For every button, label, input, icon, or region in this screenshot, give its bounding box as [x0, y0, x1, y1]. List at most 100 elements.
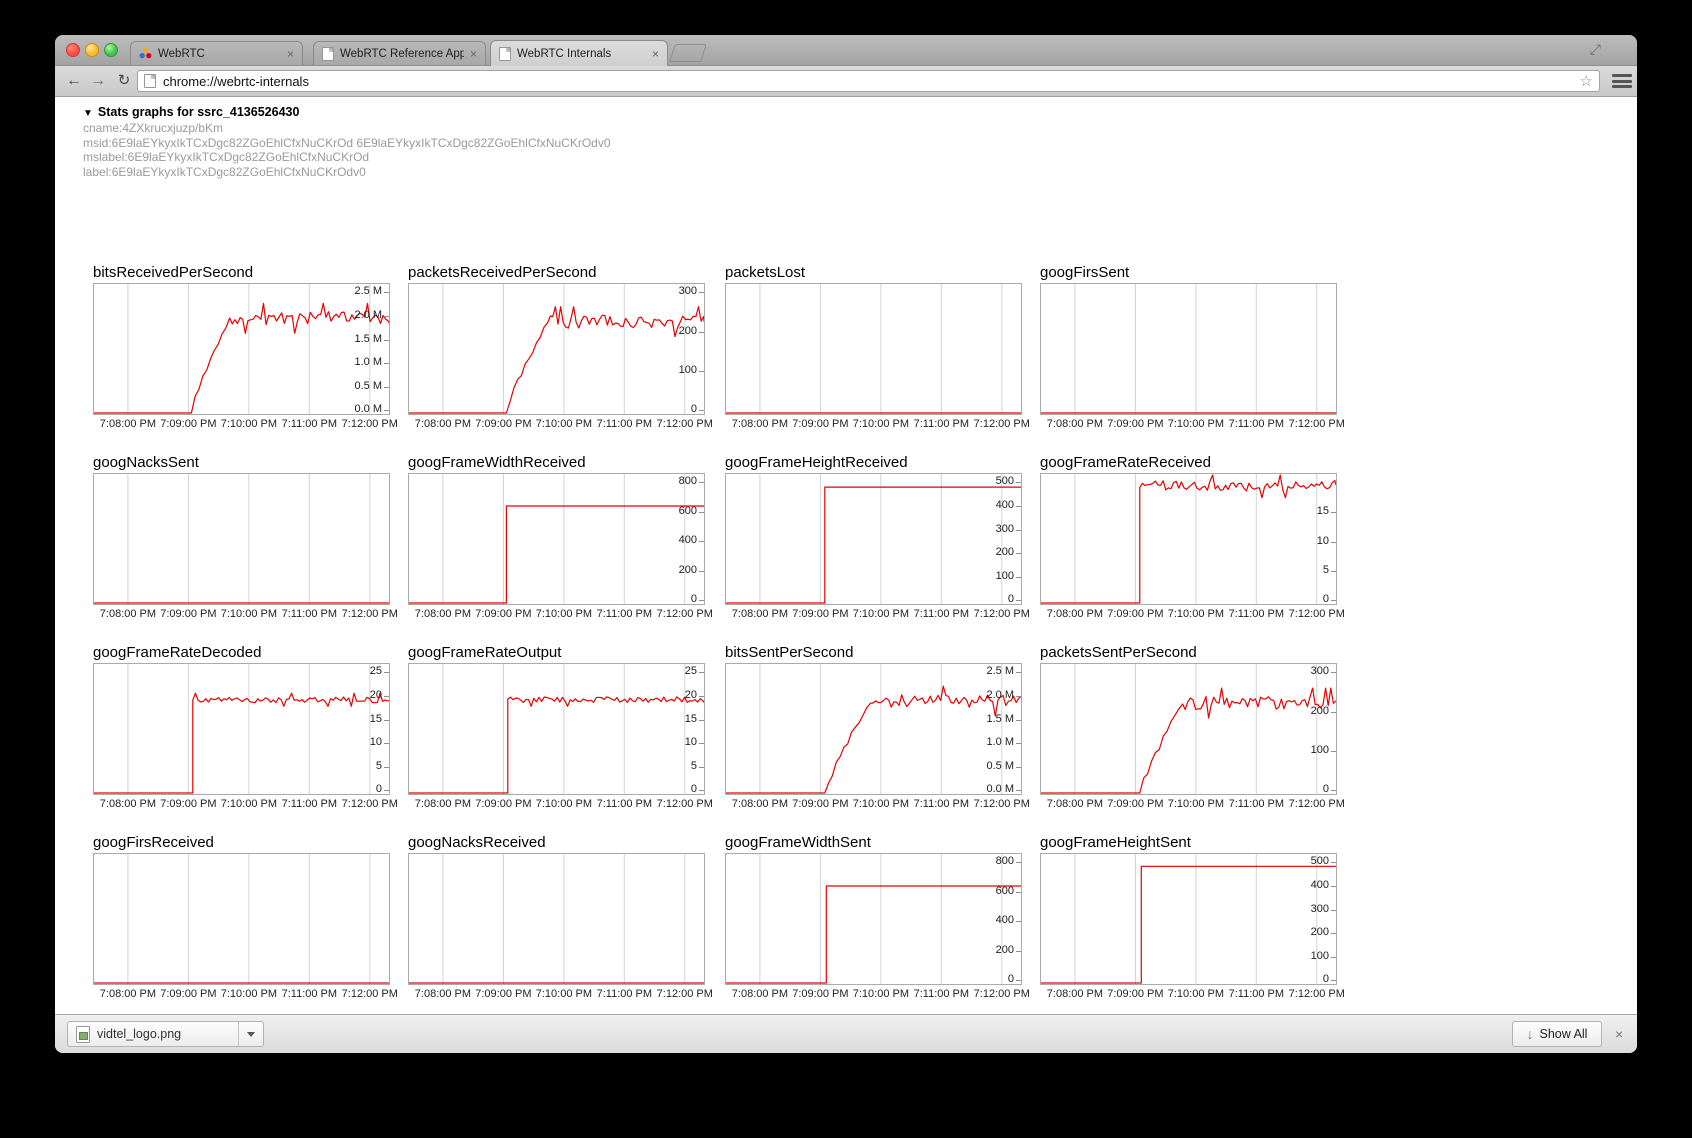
chart-title: googFrameWidthReceived	[408, 455, 705, 473]
y-axis-tick-mark	[384, 387, 389, 388]
chart-title: googFrameRateReceived	[1040, 455, 1337, 473]
y-axis-tick-mark	[699, 512, 704, 513]
downloaded-file-button[interactable]: vidtel_logo.png	[67, 1021, 264, 1047]
y-axis-tick-label: 400	[996, 499, 1014, 511]
mac-minimize-button[interactable]	[85, 43, 99, 57]
back-button[interactable]: ←	[63, 69, 85, 93]
y-axis-tick-mark	[699, 332, 704, 333]
chart-series-line	[1041, 688, 1336, 793]
y-axis-tick-label: 2.5 M	[354, 285, 382, 297]
tab-close-icon[interactable]: ×	[287, 49, 294, 59]
address-bar[interactable]: chrome://webrtc-internals ☆	[137, 70, 1600, 92]
y-axis-tick-label: 0	[1323, 973, 1329, 985]
tab-webrtc-internals[interactable]: WebRTC Internals ×	[490, 40, 668, 66]
x-axis-tick-label: 7:09:00 PM	[160, 608, 216, 620]
y-axis-tick-mark	[1331, 571, 1336, 572]
y-axis-tick-label: 200	[996, 944, 1014, 956]
x-axis-tick-label: 7:11:00 PM	[282, 988, 337, 1000]
y-axis-tick-mark	[384, 410, 389, 411]
bookmark-star-icon[interactable]: ☆	[1580, 72, 1593, 90]
tab-label: WebRTC Internals	[517, 48, 646, 60]
url-text: chrome://webrtc-internals	[163, 74, 1574, 89]
x-axis-tick-label: 7:08:00 PM	[415, 798, 471, 810]
chart-googNacksReceived: googNacksReceived7:08:00 PM7:09:00 PM7:1…	[408, 835, 705, 853]
chart-title: googFrameRateDecoded	[93, 645, 390, 663]
x-axis-tick-label: 7:08:00 PM	[732, 418, 788, 430]
y-axis-tick-label: 2.0 M	[986, 689, 1014, 701]
x-axis-tick-label: 7:10:00 PM	[536, 798, 592, 810]
y-axis-tick-label: 400	[996, 914, 1014, 926]
y-axis-tick-mark	[1016, 892, 1021, 893]
x-axis-tick-label: 7:10:00 PM	[853, 608, 909, 620]
chart-title: googNacksSent	[93, 455, 390, 473]
webrtc-logo-icon	[139, 47, 152, 60]
x-axis-tick-label: 7:10:00 PM	[221, 608, 277, 620]
y-axis-tick-label: 20	[685, 689, 697, 701]
x-axis-tick-label: 7:09:00 PM	[1107, 418, 1163, 430]
reload-button[interactable]: ↻	[113, 69, 135, 93]
show-all-downloads-button[interactable]: ↓ Show All	[1512, 1021, 1602, 1047]
forward-button[interactable]: →	[87, 69, 109, 93]
y-axis-tick-label: 600	[996, 885, 1014, 897]
chart-plot-area: 2.5 M2.0 M1.5 M1.0 M0.5 M0.0 M	[725, 663, 1022, 795]
x-axis-tick-label: 7:12:00 PM	[657, 798, 713, 810]
x-axis-tick-label: 7:12:00 PM	[657, 988, 713, 1000]
y-axis-tick-label: 15	[1317, 505, 1329, 517]
new-tab-button[interactable]	[669, 44, 707, 62]
y-axis-tick-label: 200	[996, 546, 1014, 558]
x-axis-tick-label: 7:11:00 PM	[1229, 798, 1284, 810]
chart-googFrameWidthReceived: googFrameWidthReceived80060040020007:08:…	[408, 455, 705, 473]
tab-close-icon[interactable]: ×	[470, 49, 477, 59]
chart-googFrameWidthSent: googFrameWidthSent80060040020007:08:00 P…	[725, 835, 1022, 853]
chevron-down-icon	[247, 1032, 255, 1037]
x-axis-tick-label: 7:10:00 PM	[536, 418, 592, 430]
x-axis-tick-label: 7:10:00 PM	[1168, 418, 1224, 430]
x-axis-tick-label: 7:09:00 PM	[1107, 608, 1163, 620]
x-axis-tick-label: 7:10:00 PM	[1168, 798, 1224, 810]
downloads-bar-close-icon[interactable]: ×	[1615, 1027, 1623, 1041]
chart-series-line	[409, 506, 704, 603]
chart-plot-area	[93, 853, 390, 985]
y-axis-tick-mark	[1331, 862, 1336, 863]
chart-series-line	[726, 686, 1021, 793]
chart-plot-area: 8006004002000	[725, 853, 1022, 985]
x-axis-tick-label: 7:10:00 PM	[221, 988, 277, 1000]
y-axis-tick-mark	[1331, 512, 1336, 513]
x-axis-tick-label: 7:09:00 PM	[792, 418, 848, 430]
chrome-menu-icon[interactable]	[1612, 74, 1632, 89]
y-axis-tick-label: 300	[679, 285, 697, 297]
x-axis-tick-label: 7:08:00 PM	[100, 418, 156, 430]
y-axis-tick-mark	[1016, 862, 1021, 863]
x-axis-tick-label: 7:09:00 PM	[1107, 988, 1163, 1000]
y-axis-tick-mark	[384, 340, 389, 341]
chart-title: googNacksReceived	[408, 835, 705, 853]
mac-close-button[interactable]	[66, 43, 80, 57]
chart-series-line	[726, 886, 1021, 983]
y-axis-tick-label: 800	[996, 855, 1014, 867]
y-axis-tick-mark	[1331, 600, 1336, 601]
tab-webrtc-reference-app[interactable]: WebRTC Reference App ×	[313, 41, 486, 65]
mac-zoom-button[interactable]	[104, 43, 118, 57]
chart-plot-area: 151050	[1040, 473, 1337, 605]
y-axis-tick-label: 10	[685, 736, 697, 748]
image-file-icon	[76, 1026, 90, 1043]
y-axis-tick-label: 200	[1311, 705, 1329, 717]
tab-webrtc[interactable]: WebRTC ×	[130, 41, 303, 65]
x-axis-tick-label: 7:08:00 PM	[415, 418, 471, 430]
downloads-bar: vidtel_logo.png ↓ Show All ×	[55, 1014, 1637, 1053]
x-axis-tick-label: 7:12:00 PM	[974, 988, 1030, 1000]
tab-close-icon[interactable]: ×	[652, 49, 659, 59]
y-axis-tick-mark	[1016, 672, 1021, 673]
chart-series-line	[409, 697, 704, 793]
download-arrow-icon: ↓	[1527, 1026, 1534, 1042]
chart-title: packetsLost	[725, 265, 1022, 283]
x-axis-tick-label: 7:11:00 PM	[914, 798, 969, 810]
download-options-dropdown[interactable]	[238, 1022, 263, 1046]
y-axis-tick-mark	[384, 316, 389, 317]
chart-bitsReceivedPerSecond: bitsReceivedPerSecond2.5 M2.0 M1.5 M1.0 …	[93, 265, 390, 283]
x-axis-tick-label: 7:12:00 PM	[342, 418, 398, 430]
x-axis-tick-label: 7:11:00 PM	[282, 608, 337, 620]
window-resize-icon[interactable]: ⤢	[1590, 41, 1601, 58]
chart-title: googFrameWidthSent	[725, 835, 1022, 853]
stats-charts-grid: bitsReceivedPerSecond2.5 M2.0 M1.5 M1.0 …	[55, 97, 1637, 1053]
